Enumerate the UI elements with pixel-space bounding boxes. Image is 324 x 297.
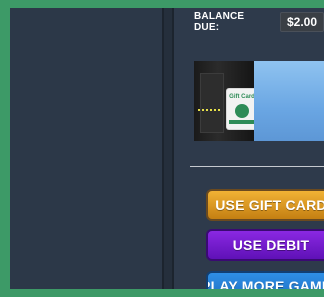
gift-card-text: Gift Card	[229, 94, 255, 100]
left-panel	[10, 8, 162, 289]
balance-value: $2.00	[279, 12, 324, 32]
balance-label: BALANCE DUE:	[194, 11, 245, 33]
use-gift-card-button[interactable]: USE GIFT CARD	[206, 189, 324, 221]
panel-divider	[162, 8, 174, 289]
kiosk-frame: BALANCE DUE: $2.00 Gift Card USE GIFT CA…	[10, 8, 324, 289]
machine-panel-graphic	[200, 73, 224, 133]
play-more-games-button[interactable]: PLAY MORE GAMES	[206, 271, 324, 289]
sky-background-graphic	[254, 61, 324, 141]
gift-card-stripe	[229, 120, 255, 124]
gift-card-promo-image: Gift Card	[194, 61, 324, 141]
machine-lights-graphic	[198, 109, 220, 111]
balance-row: BALANCE DUE: $2.00	[194, 11, 324, 33]
gift-card-logo	[235, 104, 249, 118]
checkout-panel: BALANCE DUE: $2.00 Gift Card USE GIFT CA…	[174, 8, 324, 289]
use-debit-button[interactable]: USE DEBIT	[206, 229, 324, 261]
section-divider	[190, 166, 324, 167]
gift-card-graphic: Gift Card	[227, 89, 257, 129]
